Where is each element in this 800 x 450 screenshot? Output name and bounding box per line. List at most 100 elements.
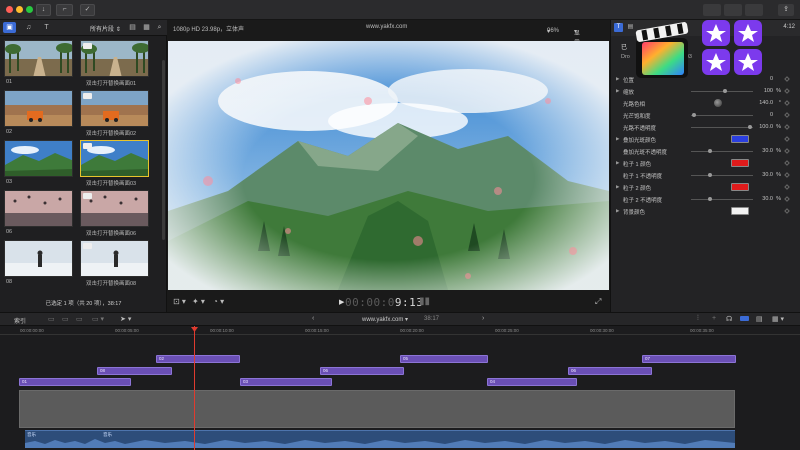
- timeline-ruler[interactable]: 00:00:00:00 00:00:05:00 00:00:10:00 00:0…: [0, 326, 800, 335]
- keyframe-icon[interactable]: [784, 112, 790, 118]
- property-slider[interactable]: [691, 125, 753, 129]
- close-window-button[interactable]: [6, 6, 13, 13]
- clip-appearance-icon[interactable]: ▤: [756, 315, 763, 323]
- title-clip[interactable]: 07: [642, 355, 736, 363]
- snapping-toggle[interactable]: [740, 316, 749, 321]
- disclosure-arrow-icon[interactable]: ▶: [616, 88, 619, 94]
- property-value[interactable]: 100.0: [759, 124, 773, 130]
- text-inspector-tab[interactable]: T: [614, 23, 623, 32]
- import-button[interactable]: ↓: [36, 4, 51, 16]
- disclosure-arrow-icon[interactable]: ▶: [616, 208, 619, 214]
- keyframe-icon[interactable]: [784, 100, 790, 106]
- property-value[interactable]: 30.0: [762, 148, 773, 154]
- layout-inspector-button[interactable]: [745, 4, 763, 16]
- title-clip[interactable]: 06: [320, 367, 404, 375]
- clip-thumbnail[interactable]: [80, 40, 149, 77]
- clip-thumbnail[interactable]: [4, 140, 73, 177]
- clip-appearance-button[interactable]: ▤: [126, 22, 139, 33]
- timeline-project-dropdown[interactable]: www.yakfx.com ▾: [362, 316, 408, 323]
- solo-icon[interactable]: +: [712, 315, 716, 322]
- clip-thumbnail[interactable]: [4, 190, 73, 227]
- transform-tool[interactable]: ⊡ ▾: [173, 297, 186, 306]
- clip-filter-dropdown[interactable]: 所有片段 ⇕: [90, 24, 121, 33]
- slider-knob[interactable]: [708, 197, 713, 201]
- speed-tool[interactable]: ◔ ▾: [213, 297, 224, 306]
- slider-knob[interactable]: [708, 149, 713, 153]
- keyframe-icon[interactable]: [784, 136, 790, 142]
- select-tool[interactable]: ➤ ▾: [120, 315, 131, 323]
- clip-thumbnail[interactable]: [4, 90, 73, 127]
- layout-browser-button[interactable]: [703, 4, 721, 16]
- inspector-property[interactable]: 粒子 2 不透明度 30.0%: [611, 194, 800, 205]
- insert-clip-icon[interactable]: ▭: [62, 315, 69, 323]
- overwrite-clip-icon[interactable]: ▭ ▾: [92, 315, 104, 323]
- keywords-button[interactable]: ⌐: [56, 4, 73, 16]
- keyframe-icon[interactable]: [784, 196, 790, 202]
- clip-thumbnail[interactable]: [4, 240, 73, 277]
- slider-knob[interactable]: [692, 113, 697, 117]
- disclosure-arrow-icon[interactable]: ▶: [616, 76, 619, 82]
- clip-thumbnail[interactable]: [80, 240, 149, 277]
- photos-tab[interactable]: ♫: [22, 22, 35, 33]
- keyframe-icon[interactable]: [784, 184, 790, 190]
- clip-thumbnail[interactable]: [4, 40, 73, 77]
- playhead[interactable]: [194, 326, 195, 450]
- property-value[interactable]: 0: [770, 112, 773, 118]
- keyframe-icon[interactable]: [784, 148, 790, 154]
- clip-thumbnail[interactable]: [80, 190, 149, 227]
- list-view-button[interactable]: ▦: [140, 22, 153, 33]
- property-value[interactable]: 0: [770, 76, 773, 82]
- forward-button[interactable]: ›: [482, 315, 484, 322]
- keyframe-icon[interactable]: [784, 208, 790, 214]
- slider-knob[interactable]: [722, 89, 727, 93]
- titles-tab[interactable]: T: [40, 22, 53, 33]
- property-slider[interactable]: [691, 113, 753, 117]
- keyframe-icon[interactable]: [784, 88, 790, 94]
- title-clip[interactable]: 08: [97, 367, 172, 375]
- background-tasks-button[interactable]: ✓: [80, 4, 95, 16]
- disclosure-arrow-icon[interactable]: ▶: [616, 160, 619, 166]
- property-value[interactable]: 140.0: [759, 100, 773, 106]
- play-button[interactable]: ▶: [339, 298, 344, 306]
- search-button[interactable]: ⌕: [153, 22, 166, 33]
- browser-scrollbar[interactable]: [162, 60, 165, 240]
- inspector-property[interactable]: ▶ 叠加光斑颜色: [611, 134, 800, 145]
- title-clip[interactable]: 01: [19, 378, 131, 386]
- slider-knob[interactable]: [747, 125, 752, 129]
- title-clip[interactable]: 04: [487, 378, 577, 386]
- color-swatch[interactable]: [731, 159, 749, 167]
- timeline-index-button[interactable]: 索引: [14, 316, 26, 325]
- clip-thumbnail-selected[interactable]: [80, 140, 149, 177]
- inspector-property[interactable]: 光路不透明度 100.0%: [611, 122, 800, 133]
- inspector-property[interactable]: ▶ 粒子 1 颜色: [611, 158, 800, 169]
- color-swatch[interactable]: [731, 183, 749, 191]
- color-swatch[interactable]: [731, 207, 749, 215]
- keyframe-icon[interactable]: [784, 160, 790, 166]
- property-slider[interactable]: [691, 197, 753, 201]
- inspector-property[interactable]: ▶ 缩放 100%: [611, 86, 800, 97]
- layout-timeline-button[interactable]: [724, 4, 742, 16]
- property-value[interactable]: 100: [764, 88, 773, 94]
- property-slider[interactable]: [691, 149, 753, 153]
- keyframe-icon[interactable]: [784, 76, 790, 82]
- libraries-tab[interactable]: ▣: [3, 22, 16, 33]
- disclosure-arrow-icon[interactable]: ▶: [616, 136, 619, 142]
- headphones-icon[interactable]: ☊: [726, 315, 732, 323]
- property-value[interactable]: 30.0: [762, 172, 773, 178]
- minimize-window-button[interactable]: [16, 6, 23, 13]
- title-clip[interactable]: 06: [568, 367, 652, 375]
- effects-browser-icon[interactable]: ▦ ▾: [772, 315, 784, 323]
- slider-knob[interactable]: [708, 173, 713, 177]
- fullscreen-button[interactable]: ⤢: [595, 297, 601, 307]
- zoom-window-button[interactable]: [26, 6, 33, 13]
- title-clip[interactable]: 02: [156, 355, 240, 363]
- inspector-property[interactable]: ▶ 背景颜色: [611, 206, 800, 217]
- title-clip[interactable]: 03: [240, 378, 332, 386]
- property-slider[interactable]: [691, 173, 753, 177]
- append-clip-icon[interactable]: ▭: [76, 315, 83, 323]
- disclosure-arrow-icon[interactable]: ▶: [616, 184, 619, 190]
- enhancements-tool[interactable]: ✦ ▾: [192, 297, 205, 306]
- inspector-property[interactable]: 叠加光斑不透明度 30.0%: [611, 146, 800, 157]
- property-value[interactable]: 30.0: [762, 196, 773, 202]
- audio-clip[interactable]: 音乐 音乐: [25, 430, 735, 448]
